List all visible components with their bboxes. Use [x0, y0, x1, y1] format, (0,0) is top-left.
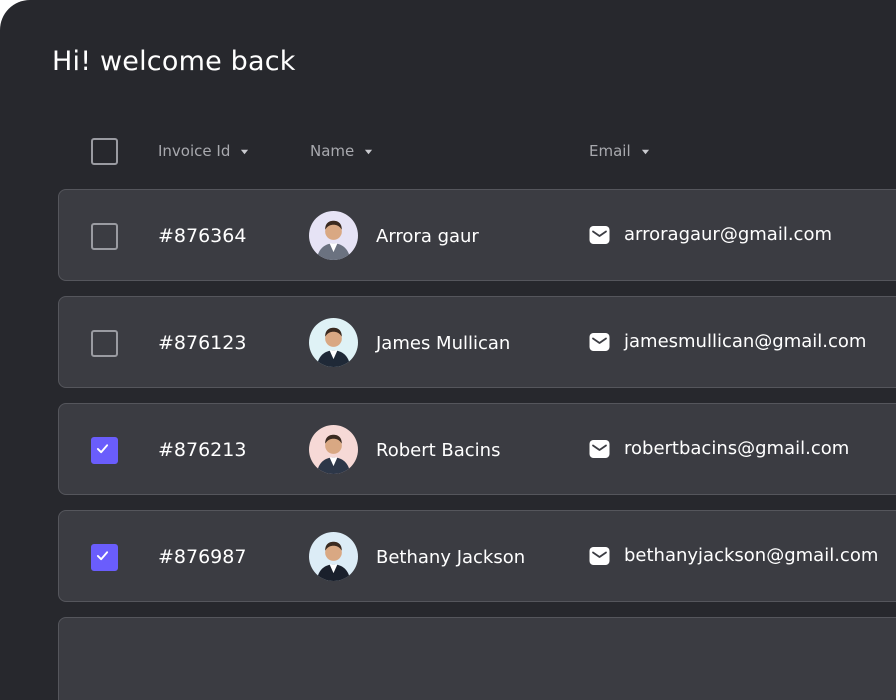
- table-header: Invoice Id Name Email: [0, 130, 896, 174]
- invoice-id: #876123: [158, 332, 247, 354]
- customer-name: Robert Bacins: [376, 440, 501, 461]
- avatar: [309, 211, 358, 260]
- column-header-name[interactable]: Name: [310, 142, 373, 160]
- table-row[interactable]: [58, 617, 896, 700]
- mail-icon: [589, 440, 610, 458]
- customer-email[interactable]: arroragaur@gmail.com: [624, 224, 832, 245]
- mail-icon: [589, 226, 610, 244]
- invoice-id: #876213: [158, 439, 247, 461]
- table-row[interactable]: #876123 James Mullican jamesmullican@gmail…: [58, 296, 896, 388]
- avatar: [309, 425, 358, 474]
- row-checkbox[interactable]: [91, 437, 118, 464]
- row-checkbox[interactable]: [91, 544, 118, 571]
- person-avatar-icon: [309, 532, 358, 581]
- invoice-panel: Hi! welcome back Invoice Id Name Email #…: [0, 0, 896, 700]
- table-row[interactable]: #876987 Bethany Jackson bethanyjackson@gma…: [58, 510, 896, 602]
- sort-caret-icon: [641, 149, 649, 154]
- mail-icon: [589, 547, 610, 565]
- sort-caret-icon: [241, 149, 249, 154]
- row-checkbox[interactable]: [91, 330, 118, 357]
- column-header-email[interactable]: Email: [589, 142, 650, 160]
- column-header-label: Email: [589, 142, 631, 160]
- customer-email[interactable]: robertbacins@gmail.com: [624, 438, 849, 459]
- customer-email[interactable]: jamesmullican@gmail.com: [624, 331, 866, 352]
- customer-name: Arrora gaur: [376, 226, 479, 247]
- invoice-id: #876987: [158, 546, 247, 568]
- row-checkbox[interactable]: [91, 223, 118, 250]
- mail-icon: [589, 333, 610, 351]
- person-avatar-icon: [309, 211, 358, 260]
- column-header-invoice-id[interactable]: Invoice Id: [158, 142, 249, 160]
- person-avatar-icon: [309, 425, 358, 474]
- customer-name: Bethany Jackson: [376, 547, 526, 568]
- invoice-id: #876364: [158, 225, 247, 247]
- checkmark-icon: [96, 551, 109, 561]
- person-avatar-icon: [309, 318, 358, 367]
- table-row[interactable]: #876364 Arrora gaur arroragaur@gmail.com: [58, 189, 896, 281]
- checkmark-icon: [96, 444, 109, 454]
- avatar: [309, 532, 358, 581]
- avatar: [309, 318, 358, 367]
- column-header-label: Name: [310, 142, 355, 160]
- page-title: Hi! welcome back: [52, 46, 296, 77]
- column-header-label: Invoice Id: [158, 142, 231, 160]
- select-all-checkbox[interactable]: [91, 138, 118, 165]
- customer-name: James Mullican: [376, 333, 511, 354]
- customer-email[interactable]: bethanyjackson@gmail.com: [624, 545, 878, 566]
- table-row[interactable]: #876213 Robert Bacins robertbacins@gmail.c…: [58, 403, 896, 495]
- sort-caret-icon: [365, 149, 373, 154]
